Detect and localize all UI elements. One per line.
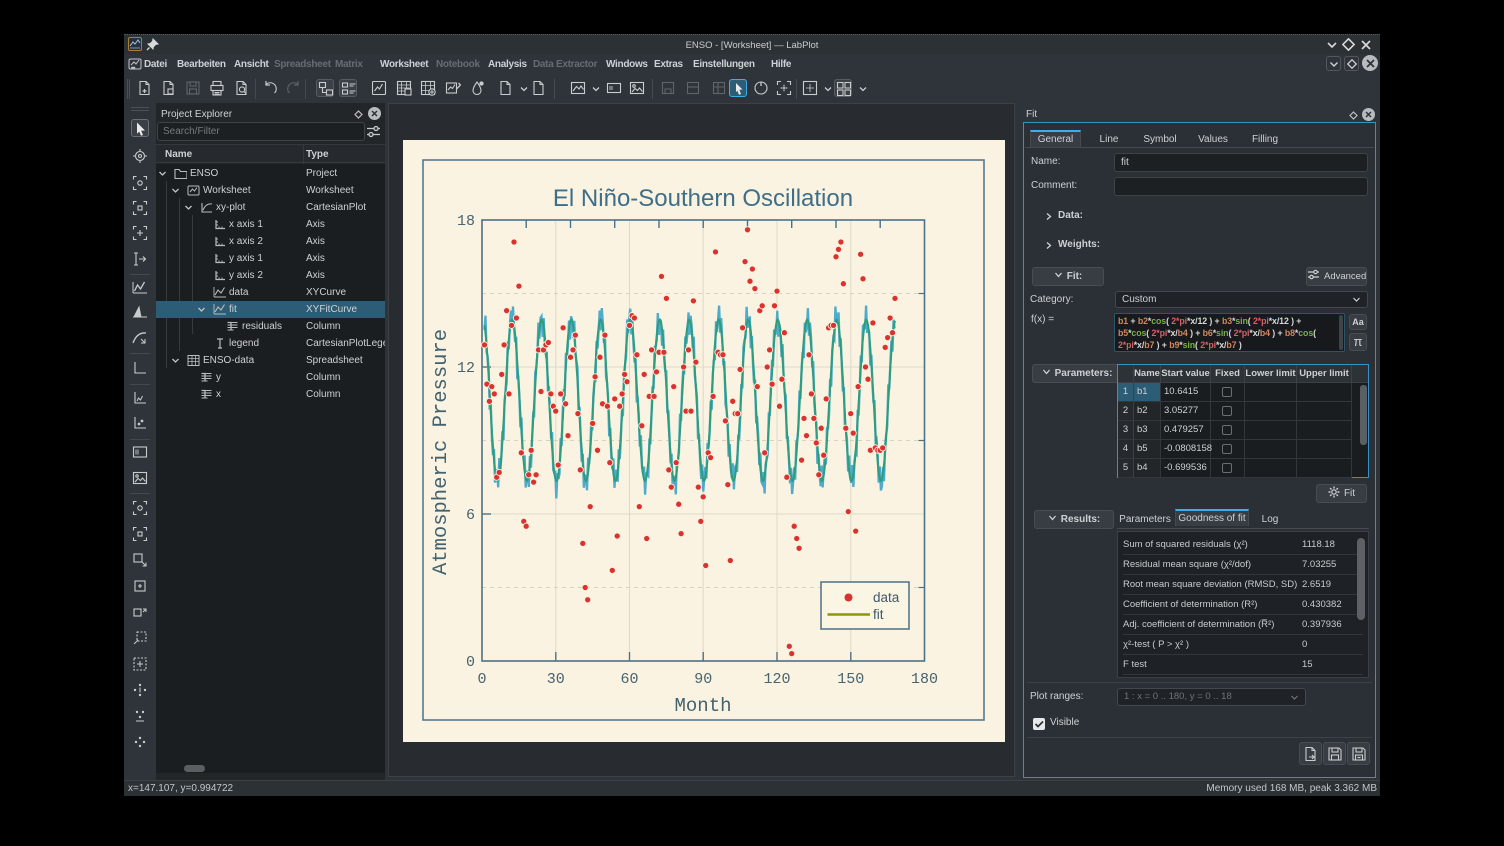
svg-text:Month: Month bbox=[674, 695, 731, 717]
svg-text:18: 18 bbox=[457, 213, 475, 230]
svg-text:Atmospheric Pressure: Atmospheric Pressure bbox=[430, 329, 453, 575]
svg-text:120: 120 bbox=[763, 671, 790, 688]
svg-text:El Niño-Southern Oscillation: El Niño-Southern Oscillation bbox=[553, 185, 853, 212]
svg-text:fit: fit bbox=[873, 607, 884, 622]
svg-text:60: 60 bbox=[620, 671, 638, 688]
svg-text:30: 30 bbox=[547, 671, 565, 688]
svg-text:6: 6 bbox=[466, 507, 475, 524]
svg-text:0: 0 bbox=[477, 671, 486, 688]
svg-text:12: 12 bbox=[457, 360, 475, 377]
svg-text:data: data bbox=[873, 590, 900, 605]
svg-text:90: 90 bbox=[694, 671, 712, 688]
svg-text:180: 180 bbox=[911, 671, 938, 688]
svg-text:0: 0 bbox=[466, 654, 475, 671]
svg-text:150: 150 bbox=[837, 671, 864, 688]
